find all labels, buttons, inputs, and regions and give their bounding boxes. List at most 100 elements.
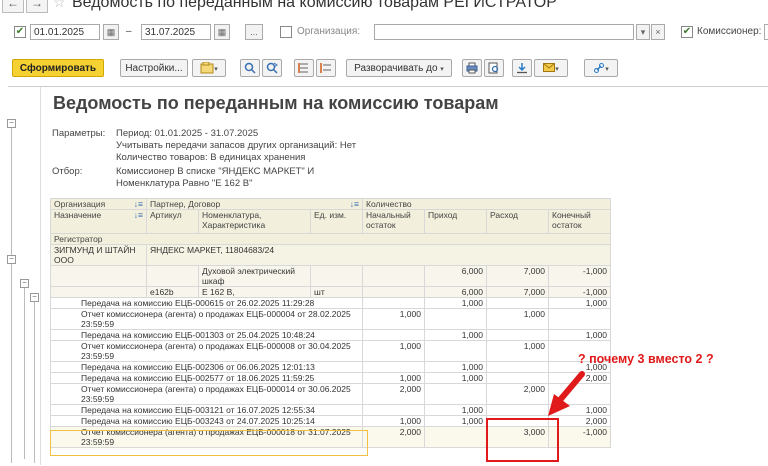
calendar-icon: ▦ [106, 27, 116, 37]
nomenclature-cell: E 162 B, [198, 286, 311, 298]
more-actions-button[interactable]: ▾ [584, 59, 618, 77]
chevron-down-icon: ▾ [214, 66, 218, 73]
arrow-right-icon: → [31, 0, 43, 10]
chevron-down-icon: ▾ [605, 66, 609, 73]
favorite-star-icon[interactable]: ☆ [53, 0, 66, 11]
org-cell: ЗИГМУНД И ШТАЙН ООО [50, 244, 147, 266]
table-row[interactable]: Отчет комиссионера (агента) о продажах Е… [50, 308, 611, 330]
param-line: Период: 01.01.2025 - 31.07.2025 [116, 128, 259, 139]
filter-line: Комиссионер В списке "ЯНДЕКС МАРКЕТ" И [116, 166, 315, 177]
collapse-rows-icon [320, 63, 331, 74]
organization-group-row[interactable]: ЗИГМУНД И ШТАЙН ООО ЯНДЕКС МАРКЕТ, 11804… [50, 244, 611, 266]
variant-button[interactable]: ▾ [192, 59, 226, 77]
collapse-group-icon[interactable]: − [7, 119, 16, 128]
forward-button[interactable]: → [26, 0, 48, 13]
header-registrar: Регистратор [50, 233, 611, 245]
chevron-down-icon: ▾ [440, 66, 444, 73]
printer-icon [466, 62, 478, 74]
calendar-to-button[interactable]: ▦ [214, 24, 230, 40]
group-line [24, 283, 25, 459]
print-button[interactable] [462, 59, 482, 77]
filter-line: Номенклатура Равно "Е 162 В" [116, 178, 253, 189]
header-article: Артикул [146, 209, 199, 234]
calendar-from-button[interactable]: ▦ [103, 24, 119, 40]
table-row[interactable]: Отчет комиссионера (агента) о продажах Е… [50, 383, 611, 405]
header-purpose[interactable]: Назначение ↓≡ [50, 209, 147, 234]
collapse-group-icon[interactable]: − [7, 255, 16, 264]
table-row[interactable]: Передача на комиссию ЕЦБ-002577 от 18.06… [50, 372, 611, 384]
period-select-button[interactable]: ... [245, 24, 263, 40]
organization-label: Организация: [297, 26, 361, 37]
period-checkbox[interactable]: ✔ [14, 26, 26, 38]
table-header-row: Назначение ↓≡ Артикул Номенклатура, Харак… [50, 209, 611, 234]
organization-dropdown-button[interactable]: ▾ [636, 24, 650, 40]
settings-button[interactable]: Настройки... [120, 59, 188, 77]
header-organization[interactable]: Организация ↓≡ [50, 198, 147, 210]
expand-to-label: Разворачивать до [354, 63, 438, 74]
nomenclature-cell: Духовой электрический шкаф [198, 265, 311, 287]
back-button[interactable]: ← [2, 0, 24, 13]
date-to-field[interactable]: 31.07.2025 [141, 24, 211, 40]
annotation-box [486, 418, 559, 462]
date-range-dash: – [126, 26, 132, 37]
end-balance-cell: -1,000 [548, 286, 611, 298]
send-email-button[interactable]: ▾ [534, 59, 568, 77]
expense-cell: 7,000 [486, 286, 549, 298]
category-group-row[interactable]: Духовой электрический шкаф 6,000 7,000 -… [50, 265, 611, 287]
collapse-group-icon[interactable]: − [30, 293, 39, 302]
header-nomenclature[interactable]: Номенклатура, Характеристика [198, 209, 311, 234]
registrar-cell: Отчет комиссионера (агента) о продажах Е… [50, 383, 363, 405]
window-title: Ведомость по переданным на комиссию това… [72, 0, 557, 11]
organization-clear-button[interactable]: × [651, 24, 665, 40]
partner-cell: ЯНДЕКС МАРКЕТ, 11804683/24 [146, 244, 611, 266]
group-line [34, 297, 35, 463]
grouping-gutter: − − − − [0, 87, 41, 465]
commissioner-field[interactable] [764, 24, 768, 40]
table-row[interactable]: Отчет комиссионера (агента) о продажах Е… [50, 340, 611, 362]
calendar-icon: ▦ [217, 27, 227, 37]
report-table: Организация ↓≡ Партнер, Договор ↓≡ Количес… [50, 198, 611, 448]
header-unit: Ед. изм. [310, 209, 363, 234]
annotation-text: ? почему 3 вместо 2 ? [578, 352, 714, 366]
command-bar: Сформировать Настройки... ▾ Разворачиват… [0, 57, 768, 79]
find-next-button[interactable] [262, 59, 282, 77]
table-row[interactable]: Передача на комиссию ЕЦБ-001303 от 25.04… [50, 329, 611, 341]
header-partner[interactable]: Партнер, Договор ↓≡ [146, 198, 363, 210]
table-header-row: Организация ↓≡ Партнер, Договор ↓≡ Количес… [50, 198, 611, 210]
income-cell: 6,000 [424, 286, 487, 298]
expand-to-button[interactable]: Разворачивать до ▾ [346, 59, 452, 77]
generate-button[interactable]: Сформировать [12, 59, 104, 77]
registrar-cell: Отчет комиссионера (агента) о продажах Е… [50, 308, 363, 330]
expense-cell: 7,000 [486, 265, 549, 287]
header-quantity: Количество [362, 198, 611, 210]
header-income: Приход [424, 209, 487, 234]
header-start-balance: Начальный остаток [362, 209, 425, 234]
organization-checkbox[interactable] [280, 26, 292, 38]
table-row[interactable]: Передача на комиссию ЕЦБ-002306 от 06.06… [50, 361, 611, 373]
search-next-icon [266, 62, 278, 74]
preview-button[interactable] [484, 59, 504, 77]
search-icon [244, 63, 256, 74]
collapse-group-icon[interactable]: − [20, 279, 29, 288]
item-group-row[interactable]: e162b E 162 B, шт 6,000 7,000 -1,000 [50, 286, 611, 298]
date-from-field[interactable]: 01.01.2025 [30, 24, 100, 40]
organization-field[interactable] [374, 24, 634, 40]
commissioner-checkbox[interactable]: ✔ [681, 26, 693, 38]
registrar-cell: Передача на комиссию ЕЦБ-002577 от 18.06… [50, 372, 363, 384]
link-icon [594, 63, 605, 74]
expand-groups-button[interactable] [294, 59, 314, 77]
title-bar: ← → ☆ Ведомость по переданным на комисси… [0, 0, 768, 14]
registrar-cell: Передача на комиссию ЕЦБ-000615 от 26.02… [50, 297, 363, 309]
annotation-arrow-icon [548, 371, 585, 416]
print-preview-icon [488, 62, 499, 74]
table-row[interactable]: Передача на комиссию ЕЦБ-003121 от 16.07… [50, 404, 611, 416]
params-label: Параметры: [52, 128, 106, 139]
find-button[interactable] [240, 59, 260, 77]
commissioner-label: Комиссионер: [697, 26, 762, 37]
collapse-groups-button[interactable] [316, 59, 336, 77]
unit-cell: шт [310, 286, 363, 298]
table-header-row: Регистратор [50, 233, 611, 245]
save-button[interactable] [512, 59, 532, 77]
table-row[interactable]: Передача на комиссию ЕЦБ-000615 от 26.02… [50, 297, 611, 309]
sort-icon: ↓≡ [349, 199, 359, 209]
